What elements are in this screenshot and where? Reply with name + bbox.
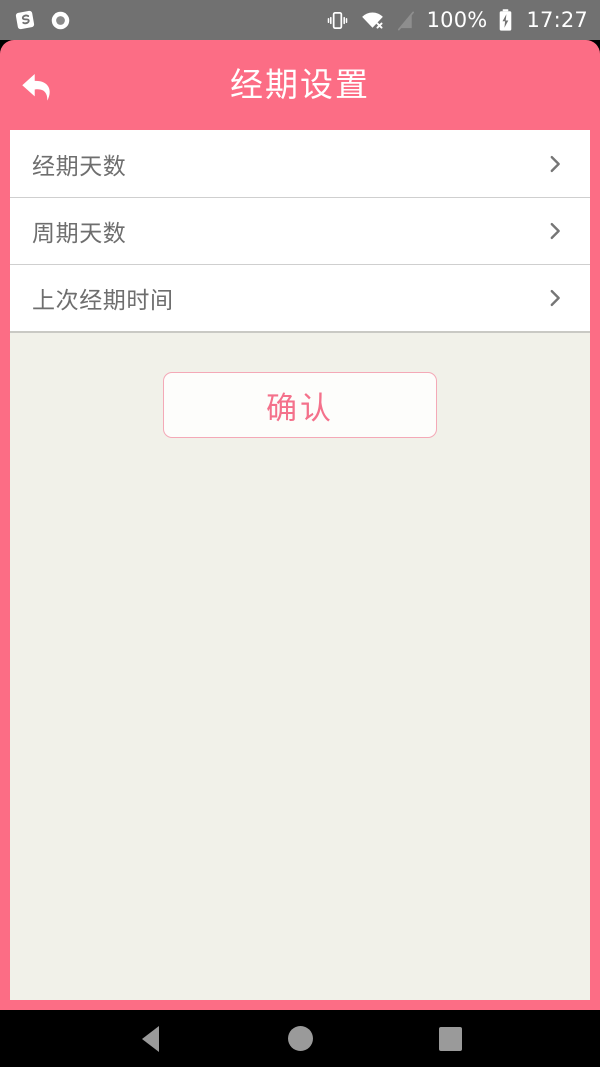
page-title: 经期设置 (230, 65, 370, 104)
android-navigation-bar (0, 1010, 600, 1067)
confirm-button[interactable]: 确认 (163, 372, 437, 438)
battery-percentage-label: 100% (426, 8, 488, 32)
wifi-disconnected-icon (360, 9, 385, 32)
confirm-button-container: 确认 (10, 372, 590, 438)
status-bar-right-icons: 100% 17:27 (326, 0, 588, 40)
chevron-right-icon (542, 285, 568, 311)
back-arrow-icon (17, 63, 63, 113)
settings-row-period-days[interactable]: 经期天数 (10, 130, 590, 197)
app-header: 经期设置 (0, 40, 600, 130)
settings-row-label: 上次经期时间 (32, 288, 174, 314)
settings-list: 经期天数 周期天数 上次经期时间 (10, 130, 590, 333)
content-area: 经期天数 周期天数 上次经期时间 确认 (10, 130, 590, 1000)
circle-record-icon (50, 10, 71, 31)
nav-recents-button[interactable] (400, 1010, 500, 1067)
app-panel: 经期设置 经期天数 周期天数 上次经期时间 确认 (0, 40, 600, 1010)
nav-home-button[interactable] (250, 1010, 350, 1067)
status-bar: 100% 17:27 (0, 0, 600, 40)
nav-back-button[interactable] (100, 1010, 200, 1067)
settings-row-label: 经期天数 (32, 153, 127, 180)
no-sim-signal-icon (396, 9, 416, 32)
settings-row-label: 周期天数 (32, 221, 127, 247)
phone-screen: 100% 17:27 经期设置 经期天数 周期天数 上次经期时间 确认 (0, 0, 600, 1067)
chevron-right-icon (542, 218, 568, 244)
settings-row-cycle-days[interactable]: 周期天数 (10, 197, 590, 264)
status-bar-left-icons (14, 9, 71, 31)
sogou-input-icon (14, 9, 36, 31)
settings-row-last-period-date[interactable]: 上次经期时间 (10, 264, 590, 331)
status-bar-clock: 17:27 (526, 8, 588, 32)
triangle-left-icon (141, 1025, 159, 1052)
battery-charging-icon (498, 8, 513, 32)
square-icon (438, 1026, 462, 1051)
vibrate-mode-icon (326, 9, 349, 32)
chevron-right-icon (542, 151, 568, 177)
back-button[interactable] (12, 60, 68, 116)
circle-icon (287, 1026, 313, 1051)
